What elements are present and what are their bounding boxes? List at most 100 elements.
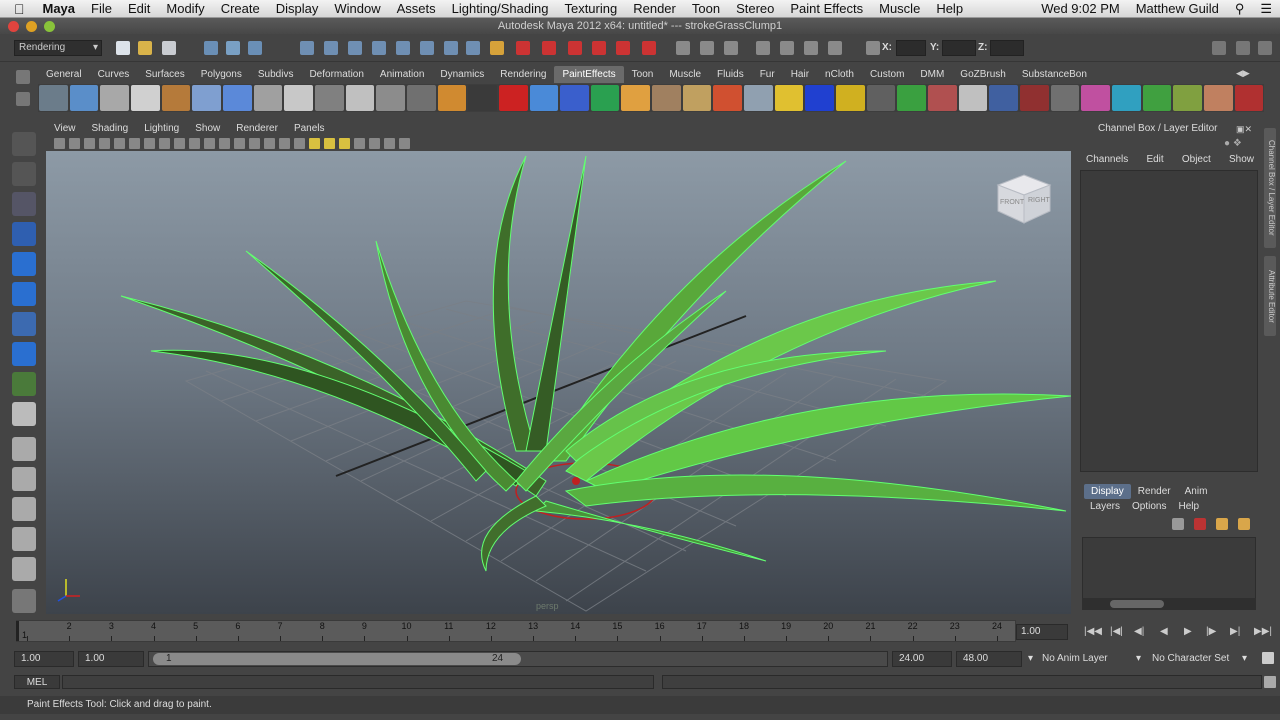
paint-effects-brush-2-icon[interactable] <box>69 85 99 111</box>
menu-stereo[interactable]: Stereo <box>728 1 782 16</box>
menu-file[interactable]: File <box>83 1 120 16</box>
zoom-window-icon[interactable] <box>44 21 55 32</box>
panel-toolbar-button-9-icon[interactable] <box>174 138 185 149</box>
command-input[interactable] <box>62 675 654 689</box>
z-field[interactable] <box>990 40 1024 56</box>
paint-effects-brush-39-icon[interactable] <box>1203 85 1233 111</box>
paint-effects-brush-14-icon[interactable] <box>437 85 467 111</box>
go-to-start-icon[interactable]: |◀◀ <box>1084 626 1102 637</box>
paint-effects-brush-38-icon[interactable] <box>1173 85 1202 111</box>
menu-render[interactable]: Render <box>625 1 684 16</box>
io-icon[interactable] <box>466 41 480 55</box>
panel-menu-lighting[interactable]: Lighting <box>136 121 187 137</box>
panel-toolbar-button-18-icon[interactable] <box>309 138 320 149</box>
shelf-options-icon[interactable] <box>16 70 30 84</box>
open-scene-icon[interactable] <box>138 41 152 55</box>
transform-input-icon[interactable] <box>866 41 880 55</box>
shelf-tab-toon[interactable]: Toon <box>624 66 662 83</box>
panel-toolbar-button-13-icon[interactable] <box>234 138 245 149</box>
panel-toolbar-button-15-icon[interactable] <box>264 138 275 149</box>
channel-menu-edit[interactable]: Edit <box>1146 154 1163 168</box>
playback-end-field[interactable]: 24.00 <box>892 651 952 667</box>
anim-layer-dropdown[interactable]: No Anim Layer <box>1042 651 1108 667</box>
panel-toolbar-button-22-icon[interactable] <box>369 138 380 149</box>
paint-effects-brush-8-icon[interactable] <box>253 85 283 111</box>
shelf-tab-deformation[interactable]: Deformation <box>301 66 371 83</box>
make-live-icon[interactable] <box>396 41 410 55</box>
paint-effects-brush-26-icon[interactable] <box>805 85 835 111</box>
layer-scrollbar[interactable] <box>1082 598 1256 610</box>
panel-toolbar-button-21-icon[interactable] <box>354 138 365 149</box>
step-back-frame-icon[interactable]: |◀| <box>1110 626 1123 637</box>
layout-shortcut-icon[interactable] <box>12 589 36 613</box>
layer-editor-toggle-icon[interactable] <box>828 41 842 55</box>
shelf-tab-curves[interactable]: Curves <box>90 66 138 83</box>
save-scene-icon[interactable] <box>162 41 176 55</box>
paint-effects-brush-9-icon[interactable] <box>284 85 313 111</box>
menu-texturing[interactable]: Texturing <box>556 1 625 16</box>
current-frame-marker[interactable] <box>16 621 19 641</box>
snap-grid-icon[interactable] <box>300 41 314 55</box>
persp-graph-layout-icon[interactable] <box>12 527 36 551</box>
new-empty-layer-icon[interactable] <box>1216 518 1228 530</box>
shelf-tab-dynamics[interactable]: Dynamics <box>432 66 492 83</box>
input-field-mode-icon[interactable] <box>676 41 690 55</box>
x-field[interactable] <box>896 40 926 56</box>
paint-effects-brush-5-icon[interactable] <box>161 85 191 111</box>
panel-toolbar-button-7-icon[interactable] <box>144 138 155 149</box>
shelf-tab-subdivs[interactable]: Subdivs <box>250 66 302 83</box>
notification-list-icon[interactable]: ☰ <box>1252 1 1280 17</box>
shelf-tab-ncloth[interactable]: nCloth <box>817 66 862 83</box>
range-slider-handle[interactable] <box>153 653 521 665</box>
anim-layer-chevron-icon[interactable]: ▾ <box>1028 651 1033 667</box>
channel-box-options-icon[interactable]: ● ❖ <box>1224 138 1258 150</box>
paint-effects-brush-37-icon[interactable] <box>1142 85 1172 111</box>
panel-menu-shading[interactable]: Shading <box>84 121 137 137</box>
move-layer-up-icon[interactable] <box>1172 518 1184 530</box>
move-layer-down-icon[interactable] <box>1194 518 1206 530</box>
move-tool-icon[interactable] <box>12 222 36 246</box>
paint-effects-brush-21-icon[interactable] <box>652 85 681 111</box>
panel-menu-panels[interactable]: Panels <box>286 121 333 137</box>
attribute-toggle-icon[interactable] <box>724 41 738 55</box>
toggle-sidebar-icon[interactable] <box>1212 41 1226 55</box>
panel-toolbar-button-14-icon[interactable] <box>249 138 260 149</box>
playback-start-field[interactable]: 1.00 <box>78 651 144 667</box>
menu-display[interactable]: Display <box>268 1 327 16</box>
panel-toolbar-button-8-icon[interactable] <box>159 138 170 149</box>
close-window-icon[interactable] <box>8 21 19 32</box>
channel-menu-object[interactable]: Object <box>1182 154 1211 168</box>
panel-toolbar-button-16-icon[interactable] <box>279 138 290 149</box>
paint-effects-brush-35-icon[interactable] <box>1081 85 1110 111</box>
paint-effects-brush-30-icon[interactable] <box>928 85 957 111</box>
menu-window[interactable]: Window <box>326 1 388 16</box>
show-manipulator-icon[interactable] <box>12 372 36 396</box>
paint-effects-brush-13-icon[interactable] <box>406 85 436 111</box>
layer-scroll-thumb[interactable] <box>1110 600 1164 608</box>
snap-view-plane-icon[interactable] <box>372 41 386 55</box>
close-panel-icon[interactable]: ▣✕ <box>1236 124 1256 134</box>
perspective-viewport[interactable]: FRONT RIGHT persp <box>46 151 1071 614</box>
shelf-tab-dmm[interactable]: DMM <box>912 66 952 83</box>
menubar-clock[interactable]: Wed 9:02 PM <box>1033 1 1128 16</box>
shelf-tab-gozbrush[interactable]: GoZBrush <box>952 66 1014 83</box>
paint-effects-brush-6-icon[interactable] <box>192 85 221 111</box>
paint-effects-brush-11-icon[interactable] <box>345 85 375 111</box>
layer-tab-render[interactable]: Render <box>1131 484 1178 499</box>
manipulator-tool-icon[interactable] <box>12 312 36 336</box>
time-slider[interactable]: 2 3 4 5 6 7 8 9 10 11 12 13 14 15 16 17 18 19 20 21 22 23 24 <box>16 620 1016 642</box>
panel-menu-show[interactable]: Show <box>187 121 228 137</box>
snap-surface-icon[interactable] <box>420 41 434 55</box>
render-settings-icon[interactable] <box>568 41 582 55</box>
menu-paint-effects[interactable]: Paint Effects <box>782 1 871 16</box>
select-tool-icon[interactable] <box>12 132 36 156</box>
shelf-scroll-arrows-icon[interactable]: ◀▶ <box>1236 68 1256 80</box>
paint-effects-brush-3-icon[interactable] <box>100 85 129 111</box>
shelf-tab-polygons[interactable]: Polygons <box>193 66 250 83</box>
character-set-menu-chevron-icon[interactable]: ▾ <box>1242 651 1247 667</box>
paint-effects-brush-4-icon[interactable] <box>130 85 160 111</box>
shelf-tab-animation[interactable]: Animation <box>372 66 432 83</box>
character-set-chevron-icon[interactable]: ▾ <box>1136 651 1141 667</box>
panel-toolbar-button-23-icon[interactable] <box>384 138 395 149</box>
ipr-render-icon[interactable] <box>542 41 556 55</box>
